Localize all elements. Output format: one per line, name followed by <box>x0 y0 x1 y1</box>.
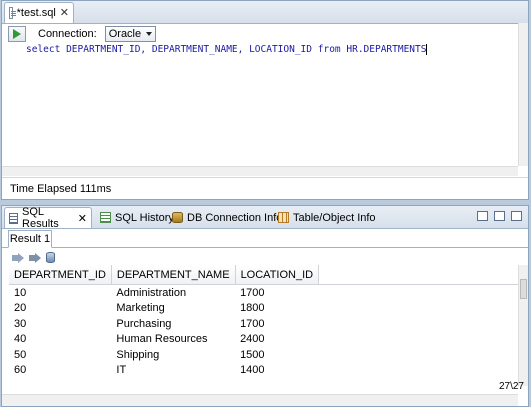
table-cell[interactable]: 60 <box>9 363 111 379</box>
tab-result-1[interactable]: Result 1 <box>8 230 52 248</box>
editor-toolbar: Connection: Oracle <box>8 25 157 43</box>
grid-icon <box>9 212 19 224</box>
view-menu-icon[interactable] <box>477 211 488 221</box>
editor-tab-strip: *test.sql ✕ <box>2 1 528 24</box>
table-icon <box>278 212 289 223</box>
minimize-icon[interactable] <box>494 211 505 221</box>
tab-table-object-info[interactable]: Table/Object Info <box>274 207 380 228</box>
sql-text-area[interactable]: select DEPARTMENT_ID, DEPARTMENT_NAME, L… <box>26 44 428 55</box>
column-header[interactable]: LOCATION_ID <box>235 265 320 285</box>
table-header-row: DEPARTMENT_ID DEPARTMENT_NAME LOCATION_I… <box>9 265 528 285</box>
results-table: DEPARTMENT_ID DEPARTMENT_NAME LOCATION_I… <box>9 265 528 378</box>
table-cell[interactable]: Marketing <box>111 301 235 317</box>
table-cell[interactable]: 1700 <box>235 285 319 301</box>
sql-file-icon <box>9 7 16 19</box>
results-toolbar <box>12 252 55 263</box>
time-elapsed: Time Elapsed 111ms <box>10 183 112 195</box>
sql-editor-panel: *test.sql ✕ Connection: Oracle select DE… <box>1 0 529 200</box>
table-row[interactable]: 50 Shipping 1500 <box>9 347 528 363</box>
chevron-down-icon <box>146 32 153 36</box>
tab-label: Table/Object Info <box>293 211 376 224</box>
table-cell[interactable]: 2400 <box>235 332 319 348</box>
tab-db-connection-info[interactable]: DB Connection Info <box>168 207 286 228</box>
import-icon[interactable] <box>29 252 41 263</box>
header-filler <box>318 265 528 285</box>
row-counter: 27\27 <box>498 381 524 392</box>
table-cell[interactable]: Administration <box>111 285 235 301</box>
db-connection-icon <box>172 212 183 223</box>
play-icon <box>13 29 21 39</box>
divider <box>2 177 528 178</box>
connection-value: Oracle <box>108 28 142 40</box>
results-horizontal-scrollbar[interactable] <box>2 394 518 406</box>
sql-keyword-from: from <box>317 44 341 55</box>
editor-horizontal-scrollbar[interactable] <box>2 166 518 176</box>
table-cell[interactable]: 1800 <box>235 301 319 317</box>
table-cell[interactable]: 10 <box>9 285 111 301</box>
tab-label: *test.sql <box>16 7 56 19</box>
sql-keyword-select: select <box>26 44 61 55</box>
window-controls <box>477 211 522 221</box>
table-cell[interactable]: 1400 <box>235 363 319 379</box>
divider <box>2 247 528 248</box>
table-cell[interactable]: IT <box>111 363 235 379</box>
connection-select[interactable]: Oracle <box>104 26 157 42</box>
editor-vertical-scrollbar[interactable] <box>518 23 528 166</box>
table-cell[interactable]: 30 <box>9 316 111 332</box>
table-cell[interactable]: Shipping <box>111 347 235 363</box>
tab-sql-results[interactable]: SQL Results ✕ <box>4 206 92 230</box>
export-icon[interactable] <box>12 252 24 263</box>
results-tab-strip: SQL Results ✕ SQL History DB Connection … <box>2 206 528 230</box>
table-row[interactable]: 30 Purchasing 1700 <box>9 316 528 332</box>
table-cell[interactable]: 50 <box>9 347 111 363</box>
table-row[interactable]: 60 IT 1400 <box>9 363 528 379</box>
table-row[interactable]: 10 Administration 1700 <box>9 285 528 301</box>
table-cell[interactable]: 1500 <box>235 347 319 363</box>
table-cell[interactable]: 20 <box>9 301 111 317</box>
table-cell[interactable]: Human Resources <box>111 332 235 348</box>
history-icon <box>100 212 111 223</box>
run-button[interactable] <box>8 26 26 42</box>
close-icon[interactable]: ✕ <box>60 7 69 19</box>
table-cell[interactable]: Purchasing <box>111 316 235 332</box>
tab-sql-history[interactable]: SQL History <box>96 207 178 228</box>
results-panel: SQL Results ✕ SQL History DB Connection … <box>1 205 529 407</box>
table-cell[interactable]: 40 <box>9 332 111 348</box>
results-vertical-scrollbar[interactable] <box>518 265 528 386</box>
sql-table-name: HR.DEPARTMENTS <box>346 44 427 55</box>
table-cell[interactable]: 1700 <box>235 316 319 332</box>
maximize-icon[interactable] <box>511 211 522 221</box>
sql-columns: DEPARTMENT_ID, DEPARTMENT_NAME, LOCATION… <box>66 44 313 55</box>
tab-label: DB Connection Info <box>187 211 283 224</box>
tab-test-sql[interactable]: *test.sql ✕ <box>4 2 74 23</box>
column-header[interactable]: DEPARTMENT_NAME <box>111 265 236 285</box>
tab-label: SQL Results <box>22 206 59 230</box>
table-row[interactable]: 20 Marketing 1800 <box>9 301 528 317</box>
database-icon[interactable] <box>46 252 55 263</box>
connection-label: Connection: <box>38 28 97 40</box>
scroll-thumb[interactable] <box>520 279 527 299</box>
column-header[interactable]: DEPARTMENT_ID <box>9 265 112 285</box>
close-icon[interactable]: ✕ <box>78 212 87 225</box>
table-row[interactable]: 40 Human Resources 2400 <box>9 332 528 348</box>
text-cursor <box>426 44 428 55</box>
tab-label: SQL History <box>115 211 174 224</box>
